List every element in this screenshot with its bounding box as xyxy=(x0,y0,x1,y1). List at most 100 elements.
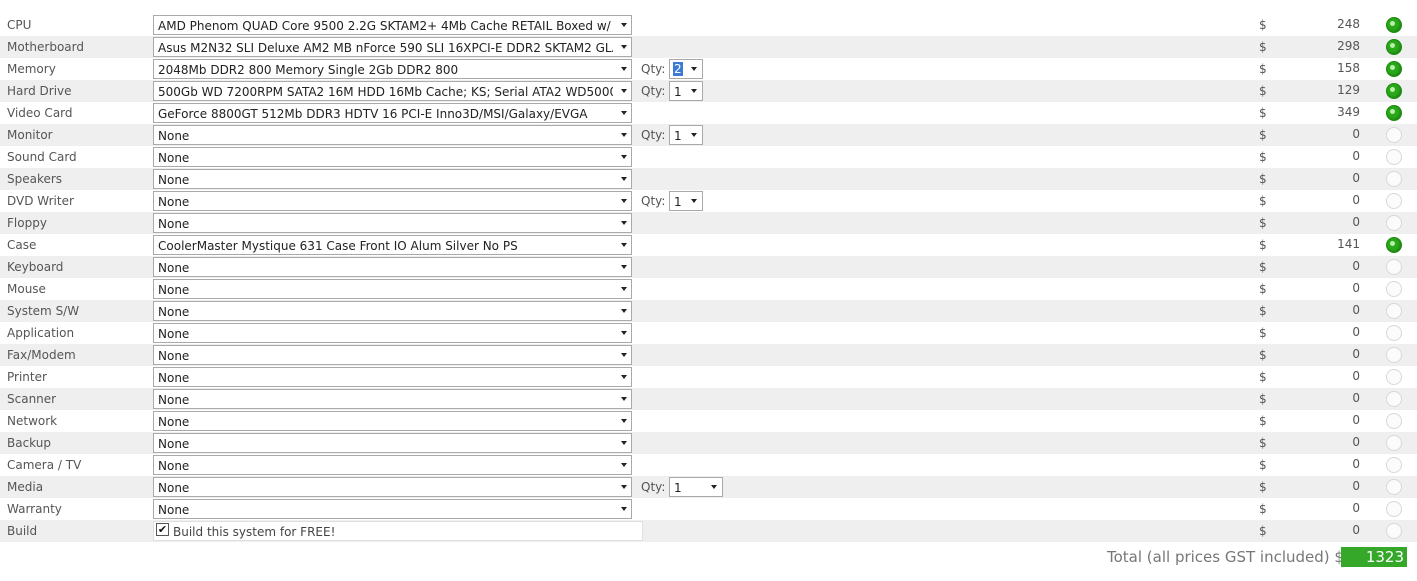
currency-symbol: $ xyxy=(1259,106,1267,120)
camera-tv-select[interactable]: None xyxy=(153,455,632,475)
currency-symbol: $ xyxy=(1259,436,1267,450)
component-label: Mouse xyxy=(7,282,46,296)
price-value: 0 xyxy=(1352,149,1360,163)
component-label: Floppy xyxy=(7,216,47,230)
qty-label: Qty: xyxy=(641,128,666,142)
status-empty-icon xyxy=(1386,479,1402,495)
motherboard-select[interactable]: Asus M2N32 SLI Deluxe AM2 MB nForce 590 … xyxy=(153,37,632,57)
component-row-video-card: Video Card GeForce 8800GT 512Mb DDR3 HDT… xyxy=(0,102,1417,124)
scanner-select[interactable]: None xyxy=(153,389,632,409)
status-empty-icon xyxy=(1386,215,1402,231)
mouse-select[interactable]: None xyxy=(153,279,632,299)
status-empty-icon xyxy=(1386,127,1402,143)
selected-option: None xyxy=(158,503,190,517)
chevron-down-icon xyxy=(691,199,697,203)
component-label: Scanner xyxy=(7,392,57,406)
component-label: Camera / TV xyxy=(7,458,82,472)
currency-symbol: $ xyxy=(1259,84,1267,98)
memory-select[interactable]: 2048Mb DDR2 800 Memory Single 2Gb DDR2 8… xyxy=(153,59,632,79)
price-value: 141 xyxy=(1337,237,1360,251)
component-label: Printer xyxy=(7,370,47,384)
memory-qty-select[interactable]: 2 xyxy=(669,59,703,79)
media-select[interactable]: None xyxy=(153,477,632,497)
application-select[interactable]: None xyxy=(153,323,632,343)
chevron-down-icon xyxy=(621,419,627,423)
hard-drive-select[interactable]: 500Gb WD 7200RPM SATA2 16M HDD 16Mb Cach… xyxy=(153,81,632,101)
build-option: ✔ Build this system for FREE! xyxy=(153,521,643,541)
backup-select[interactable]: None xyxy=(153,433,632,453)
fax-modem-select[interactable]: None xyxy=(153,345,632,365)
media-qty-select[interactable]: 1 xyxy=(669,477,723,497)
price-value: 0 xyxy=(1352,259,1360,273)
price-value: 0 xyxy=(1352,193,1360,207)
component-row-cpu: CPU AMD Phenom QUAD Core 9500 2.2G SKTAM… xyxy=(0,14,1417,36)
qty-label: Qty: xyxy=(641,194,666,208)
qty-label: Qty: xyxy=(641,84,666,98)
currency-symbol: $ xyxy=(1259,282,1267,296)
build-free-label: Build this system for FREE! xyxy=(173,525,336,539)
price-value: 0 xyxy=(1352,435,1360,449)
price-value: 248 xyxy=(1337,17,1360,31)
printer-select[interactable]: None xyxy=(153,367,632,387)
total-value: 1323 xyxy=(1341,547,1407,567)
chevron-down-icon xyxy=(691,67,697,71)
component-row-printer: Printer None $0 xyxy=(0,366,1417,388)
case-select[interactable]: CoolerMaster Mystique 631 Case Front IO … xyxy=(153,235,632,255)
sound-card-select[interactable]: None xyxy=(153,147,632,167)
component-label: Sound Card xyxy=(7,150,77,164)
chevron-down-icon xyxy=(621,23,627,27)
qty-value: 1 xyxy=(674,481,682,495)
component-row-system-s-w: System S/W None $0 xyxy=(0,300,1417,322)
component-row-scanner: Scanner None $0 xyxy=(0,388,1417,410)
currency-symbol: $ xyxy=(1259,502,1267,516)
chevron-down-icon xyxy=(621,485,627,489)
dvd-writer-select[interactable]: None xyxy=(153,191,632,211)
selected-option: None xyxy=(158,261,190,275)
dvd-writer-qty-select[interactable]: 1 xyxy=(669,191,703,211)
status-selected-icon xyxy=(1386,237,1402,253)
price-value: 0 xyxy=(1352,413,1360,427)
price-value: 0 xyxy=(1352,501,1360,515)
chevron-down-icon xyxy=(621,199,627,203)
price-value: 129 xyxy=(1337,83,1360,97)
cpu-select[interactable]: AMD Phenom QUAD Core 9500 2.2G SKTAM2+ 4… xyxy=(153,15,632,35)
currency-symbol: $ xyxy=(1259,150,1267,164)
status-selected-icon xyxy=(1386,83,1402,99)
build-free-checkbox[interactable]: ✔ xyxy=(156,523,169,536)
price-value: 0 xyxy=(1352,457,1360,471)
currency-symbol: $ xyxy=(1259,370,1267,384)
chevron-down-icon xyxy=(621,133,627,137)
status-empty-icon xyxy=(1386,281,1402,297)
component-row-backup: Backup None $0 xyxy=(0,432,1417,454)
currency-symbol: $ xyxy=(1259,216,1267,230)
component-label: Backup xyxy=(7,436,51,450)
component-row-mouse: Mouse None $0 xyxy=(0,278,1417,300)
video-card-select[interactable]: GeForce 8800GT 512Mb DDR3 HDTV 16 PCI-E … xyxy=(153,103,632,123)
chevron-down-icon xyxy=(621,287,627,291)
currency-symbol: $ xyxy=(1259,194,1267,208)
monitor-select[interactable]: None xyxy=(153,125,632,145)
speakers-select[interactable]: None xyxy=(153,169,632,189)
price-value: 0 xyxy=(1352,523,1360,537)
qty-value: 1 xyxy=(674,85,682,99)
status-empty-icon xyxy=(1386,149,1402,165)
monitor-qty-select[interactable]: 1 xyxy=(669,125,703,145)
selected-option: GeForce 8800GT 512Mb DDR3 HDTV 16 PCI-E … xyxy=(158,107,588,121)
chevron-down-icon xyxy=(621,155,627,159)
chevron-down-icon xyxy=(621,309,627,313)
selected-option: Asus M2N32 SLI Deluxe AM2 MB nForce 590 … xyxy=(158,41,613,55)
hard-drive-qty-select[interactable]: 1 xyxy=(669,81,703,101)
chevron-down-icon xyxy=(621,265,627,269)
network-select[interactable]: None xyxy=(153,411,632,431)
warranty-select[interactable]: None xyxy=(153,499,632,519)
qty-value: 1 xyxy=(674,195,682,209)
component-row-hard-drive: Hard Drive 500Gb WD 7200RPM SATA2 16M HD… xyxy=(0,80,1417,102)
status-empty-icon xyxy=(1386,523,1402,539)
floppy-select[interactable]: None xyxy=(153,213,632,233)
component-row-memory: Memory 2048Mb DDR2 800 Memory Single 2Gb… xyxy=(0,58,1417,80)
keyboard-select[interactable]: None xyxy=(153,257,632,277)
status-empty-icon xyxy=(1386,391,1402,407)
component-row-floppy: Floppy None $0 xyxy=(0,212,1417,234)
component-label: Speakers xyxy=(7,172,63,186)
system-s-w-select[interactable]: None xyxy=(153,301,632,321)
